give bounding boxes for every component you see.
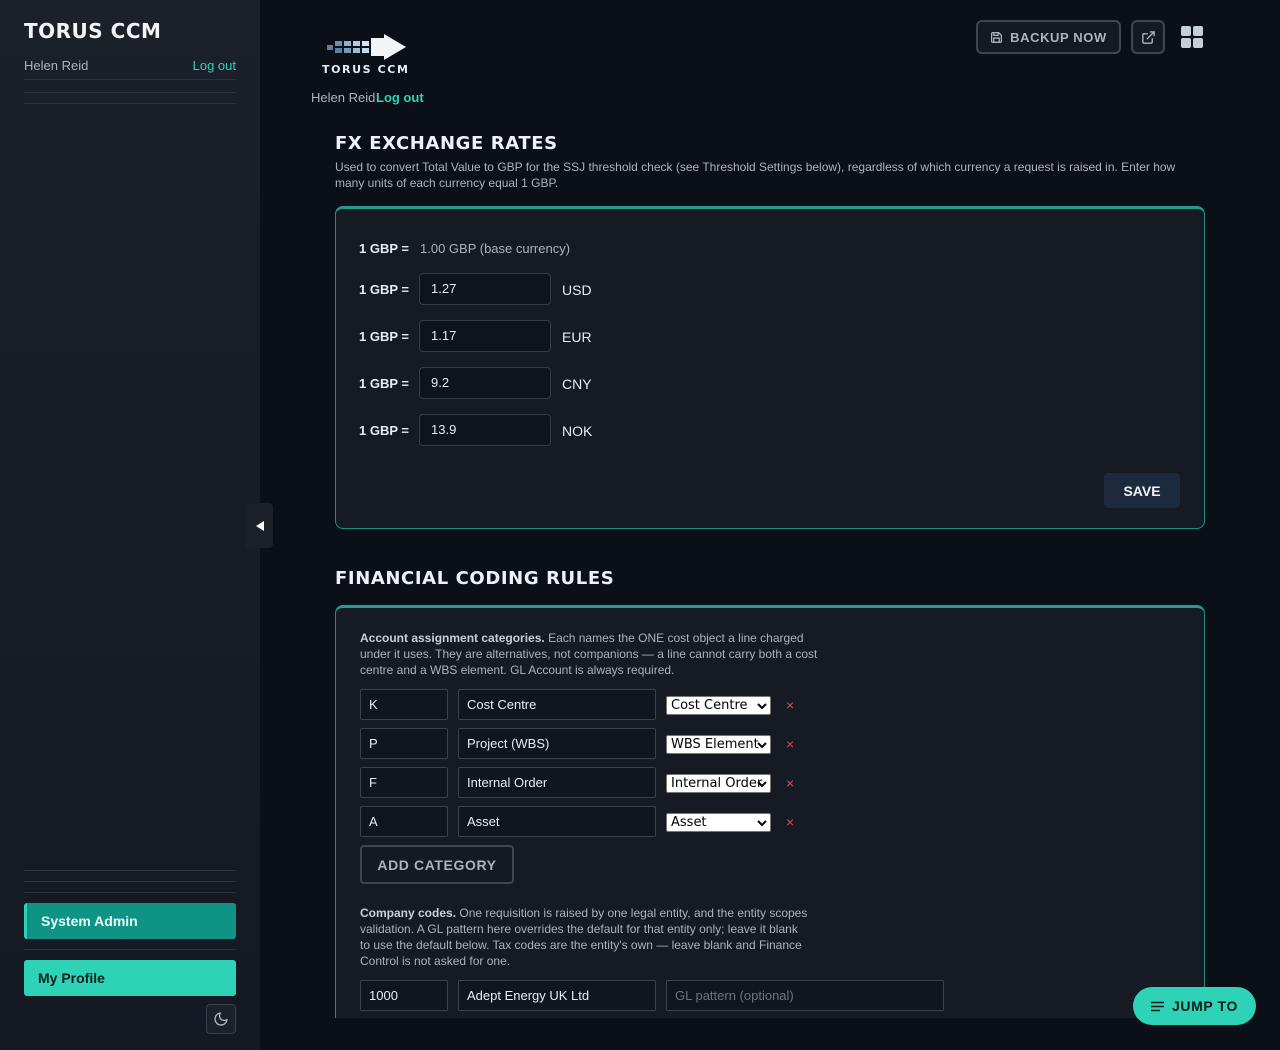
delete-category-button[interactable]: × [786, 814, 794, 830]
category-type-value: Cost Centre [671, 698, 748, 713]
page-bottom-edge [260, 1018, 1280, 1050]
logo-text: TORUS CCM [322, 63, 410, 76]
delete-category-button[interactable]: × [786, 775, 794, 791]
fx-section-title: FX EXCHANGE RATES [335, 133, 558, 154]
category-code-input[interactable]: P [360, 728, 448, 759]
categories-note: Account assignment categories. Each name… [360, 630, 820, 678]
fx-save-button[interactable]: SAVE [1104, 473, 1180, 508]
sidebar-collapse-button[interactable] [246, 503, 273, 548]
theme-toggle-button[interactable] [206, 1004, 236, 1034]
fx-rate-label: 1 GBP = [359, 376, 409, 391]
sidebar-divider [24, 870, 236, 871]
apps-grid-icon[interactable] [1180, 25, 1204, 49]
backup-now-label: BACKUP NOW [1010, 29, 1107, 45]
chevron-down-icon [757, 703, 767, 710]
category-code-input[interactable]: K [360, 689, 448, 720]
sidebar-system-admin-button[interactable]: System Admin [24, 903, 236, 939]
delete-category-button[interactable]: × [786, 697, 794, 713]
header-user-name: Helen Reid [311, 90, 376, 105]
company-codes-heading: Company codes. [360, 906, 457, 920]
category-code-input[interactable]: A [360, 806, 448, 837]
sidebar-divider [24, 949, 236, 950]
category-name-input[interactable]: Internal Order [458, 767, 656, 798]
menu-lines-icon [1151, 1001, 1165, 1011]
category-name-input[interactable]: Asset [458, 806, 656, 837]
open-external-button[interactable] [1131, 20, 1165, 54]
fx-rate-label: 1 GBP = [359, 282, 409, 297]
sidebar-divider [24, 892, 236, 893]
category-type-select[interactable]: Asset [666, 813, 771, 832]
sidebar-app-title: TORUS CCM [24, 19, 162, 43]
fx-currency-code: EUR [562, 329, 592, 345]
category-type-select[interactable]: Internal Order [666, 774, 771, 793]
sidebar-divider [24, 103, 236, 104]
category-code-input[interactable]: F [360, 767, 448, 798]
external-link-icon [1141, 30, 1155, 44]
add-category-button[interactable]: ADD CATEGORY [360, 845, 514, 884]
category-type-value: Internal Order [671, 776, 763, 791]
fx-rate-label: 1 GBP = [359, 329, 409, 344]
category-type-select[interactable]: WBS Element [666, 735, 771, 754]
fx-currency-code: USD [562, 282, 592, 298]
fx-rate-input-cny[interactable]: 9.2 [419, 367, 551, 399]
fx-rate-input-nok[interactable]: 13.9 [419, 414, 551, 446]
fx-currency-code: CNY [562, 376, 592, 392]
categories-heading: Account assignment categories. [360, 631, 545, 645]
sidebar-divider [24, 92, 236, 93]
category-type-value: WBS Element [671, 737, 759, 752]
company-code-input[interactable]: 1000 [360, 980, 448, 1011]
sidebar-logout-link[interactable]: Log out [193, 58, 236, 73]
fx-rate-input-usd[interactable]: 1.27 [419, 273, 551, 305]
moon-icon [214, 1012, 228, 1026]
save-icon [991, 31, 1003, 43]
chevron-down-icon [757, 742, 767, 749]
fx-rate-input-eur[interactable]: 1.17 [419, 320, 551, 352]
category-type-select[interactable]: Cost Centre [666, 696, 771, 715]
collapse-arrow-icon [255, 520, 264, 531]
sidebar-divider [24, 79, 236, 80]
sidebar-divider [24, 881, 236, 882]
fx-description: Used to convert Total Value to GBP for t… [335, 160, 1176, 190]
sidebar: TORUS CCM Helen Reid Log out System Admi… [0, 0, 260, 1050]
category-name-input[interactable]: Cost Centre [458, 689, 656, 720]
fx-base-value: 1.00 GBP (base currency) [420, 241, 571, 256]
fx-rate-label: 1 GBP = [359, 423, 409, 438]
category-name-input[interactable]: Project (WBS) [458, 728, 656, 759]
company-name-input[interactable]: Adept Energy UK Ltd [458, 980, 656, 1011]
fx-base-label: 1 GBP = [359, 241, 409, 256]
chevron-down-icon [757, 820, 767, 827]
sidebar-user-name: Helen Reid [24, 58, 89, 73]
fx-currency-code: NOK [562, 423, 593, 439]
sidebar-my-profile-button[interactable]: My Profile [24, 960, 236, 996]
jump-to-label: JUMP TO [1172, 998, 1238, 1014]
chevron-down-icon [757, 781, 767, 788]
company-codes-note: Company codes. One requisition is raised… [360, 905, 810, 969]
gl-pattern-input[interactable]: GL pattern (optional) [666, 980, 944, 1011]
jump-to-button[interactable]: JUMP TO [1133, 987, 1256, 1025]
category-type-value: Asset [671, 815, 707, 830]
coding-section-title: FINANCIAL CODING RULES [335, 568, 615, 589]
delete-category-button[interactable]: × [786, 736, 794, 752]
backup-now-button[interactable]: BACKUP NOW [976, 20, 1121, 54]
header-logout-link[interactable]: Log out [376, 90, 424, 105]
